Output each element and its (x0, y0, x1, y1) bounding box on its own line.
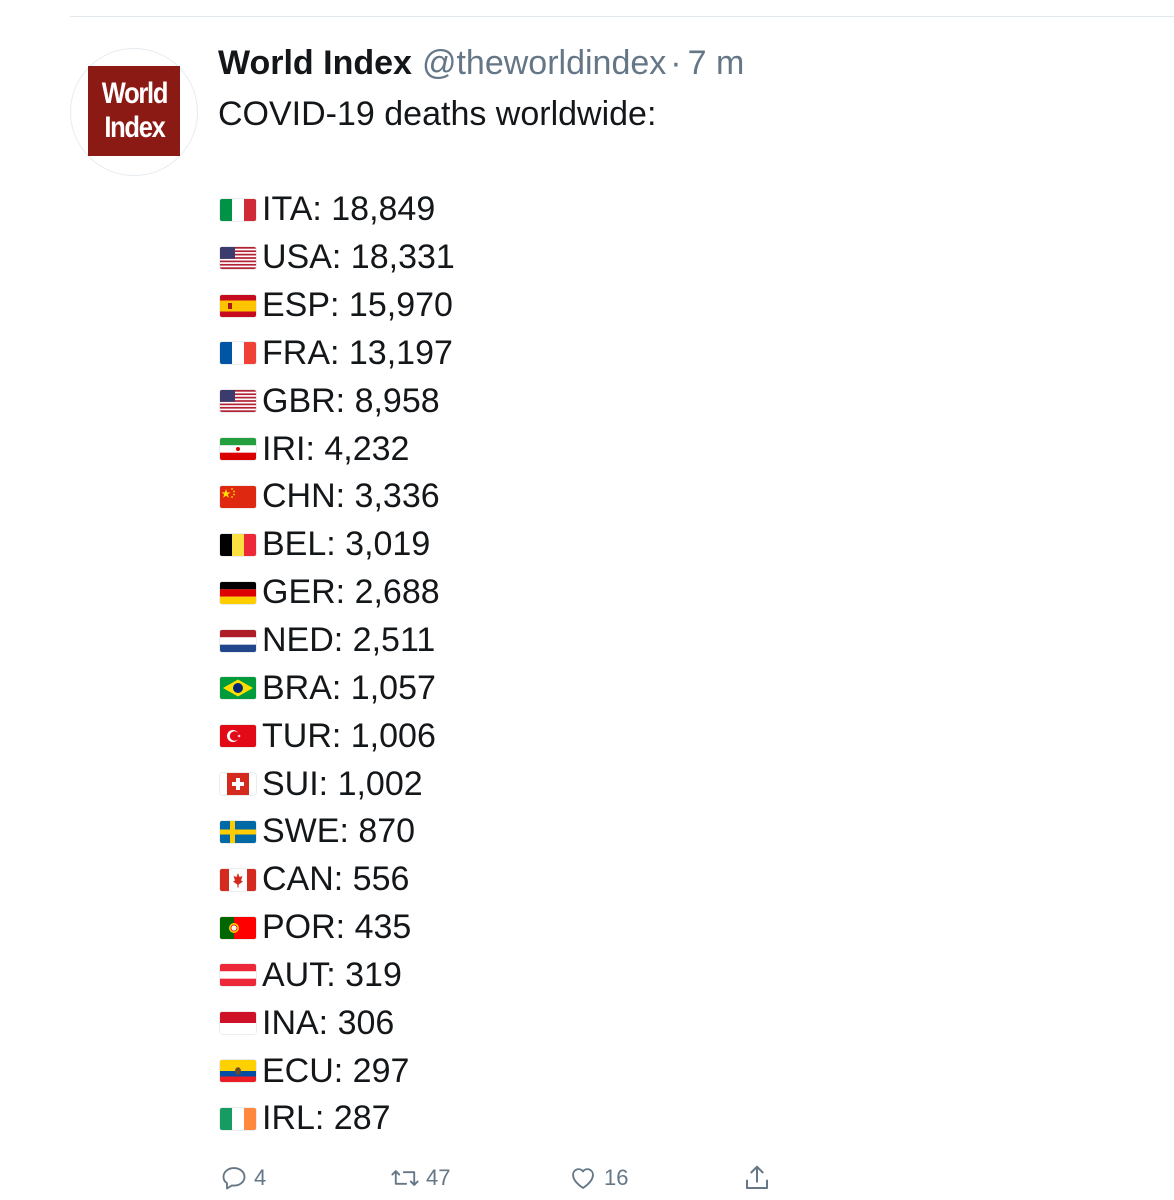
death-count-text: BEL: 3,019 (262, 525, 431, 564)
death-count-row: ESP: 15,970 (220, 282, 455, 330)
spain-flag-icon (220, 294, 256, 317)
austria-flag-icon (220, 964, 256, 987)
reply-button[interactable]: 4 (220, 1158, 266, 1198)
death-count-row: SWE: 870 (220, 808, 455, 856)
iran-flag-icon (220, 438, 256, 461)
death-count-row: AUT: 319 (220, 952, 455, 1000)
death-count-text: IRL: 287 (262, 1099, 391, 1138)
death-count-row: BRA: 1,057 (220, 664, 455, 712)
death-count-row: GBR: 8,958 (220, 377, 455, 425)
reply-icon (220, 1164, 248, 1192)
world-index-logo: World Index (88, 66, 180, 156)
canada-flag-icon (220, 868, 256, 891)
tweet-header: World Index @theworldindex · 7 m (218, 40, 744, 86)
death-count-text: SUI: 1,002 (262, 764, 423, 803)
death-count-row: CAN: 556 (220, 856, 455, 904)
usa-flag-icon (220, 390, 256, 413)
death-count-row: TUR: 1,006 (220, 712, 455, 760)
heart-icon (568, 1164, 598, 1192)
death-count-row: IRL: 287 (220, 1095, 455, 1143)
death-count-text: CHN: 3,336 (262, 477, 440, 516)
reply-count: 4 (254, 1165, 267, 1190)
retweet-button[interactable]: 47 (390, 1158, 450, 1198)
death-count-text: SWE: 870 (262, 812, 416, 851)
death-count-text: ESP: 15,970 (262, 286, 453, 325)
france-flag-icon (220, 342, 256, 365)
share-button[interactable] (742, 1158, 772, 1198)
death-count-text: GER: 2,688 (262, 573, 440, 612)
retweet-icon (390, 1164, 420, 1192)
logo-text-line-1: World (101, 77, 168, 110)
top-divider (70, 16, 1174, 17)
usa-flag-icon (220, 246, 256, 269)
death-count-list: ITA: 18,849 USA: 18,331 ESP: 15,970 FRA: 13… (220, 186, 455, 1143)
brazil-flag-icon (220, 677, 256, 700)
tweet-intro-text: COVID-19 deaths worldwide: (218, 95, 657, 133)
death-count-row: ITA: 18,849 (220, 186, 455, 234)
share-icon (742, 1163, 772, 1193)
tweet-timestamp[interactable]: 7 m (688, 40, 745, 86)
avatar[interactable]: World Index (70, 48, 198, 176)
sweden-flag-icon (220, 820, 256, 843)
netherlands-flag-icon (220, 629, 256, 652)
header-separator: · (670, 44, 682, 82)
retweet-count: 47 (426, 1165, 451, 1190)
belgium-flag-icon (220, 533, 256, 556)
like-button[interactable]: 16 (568, 1158, 628, 1198)
switzerland-flag-icon (220, 773, 256, 796)
user-handle[interactable]: @theworldindex (422, 40, 666, 86)
death-count-text: BRA: 1,057 (262, 668, 436, 707)
death-count-text: TUR: 1,006 (262, 716, 436, 755)
death-count-text: POR: 435 (262, 908, 412, 947)
death-count-row: FRA: 13,197 (220, 330, 455, 378)
logo-text-line-2: Index (103, 111, 166, 144)
italy-flag-icon (220, 198, 256, 221)
turkey-flag-icon (220, 725, 256, 748)
death-count-text: NED: 2,511 (262, 621, 436, 660)
ireland-flag-icon (220, 1107, 256, 1130)
death-count-row: CHN: 3,336 (220, 473, 455, 521)
display-name[interactable]: World Index (218, 40, 412, 86)
death-count-row: GER: 2,688 (220, 569, 455, 617)
death-count-row: SUI: 1,002 (220, 760, 455, 808)
death-count-text: ITA: 18,849 (262, 190, 436, 229)
death-count-text: USA: 18,331 (262, 238, 455, 277)
death-count-row: IRI: 4,232 (220, 425, 455, 473)
death-count-text: INA: 306 (262, 1003, 395, 1042)
death-count-text: CAN: 556 (262, 860, 410, 899)
death-count-text: FRA: 13,197 (262, 333, 453, 372)
death-count-row: INA: 306 (220, 999, 455, 1047)
germany-flag-icon (220, 581, 256, 604)
death-count-row: USA: 18,331 (220, 234, 455, 282)
ecuador-flag-icon (220, 1060, 256, 1083)
china-flag-icon (220, 485, 256, 508)
death-count-row: ECU: 297 (220, 1047, 455, 1095)
death-count-text: ECU: 297 (262, 1051, 410, 1090)
death-count-row: NED: 2,511 (220, 617, 455, 665)
death-count-text: AUT: 319 (262, 955, 402, 994)
death-count-row: POR: 435 (220, 904, 455, 952)
tweet-action-bar: 4 47 16 (220, 1158, 780, 1198)
death-count-text: IRI: 4,232 (262, 429, 410, 468)
indonesia-flag-icon (220, 1012, 256, 1035)
death-count-row: BEL: 3,019 (220, 521, 455, 569)
death-count-text: GBR: 8,958 (262, 381, 440, 420)
portugal-flag-icon (220, 916, 256, 939)
like-count: 16 (604, 1165, 629, 1190)
